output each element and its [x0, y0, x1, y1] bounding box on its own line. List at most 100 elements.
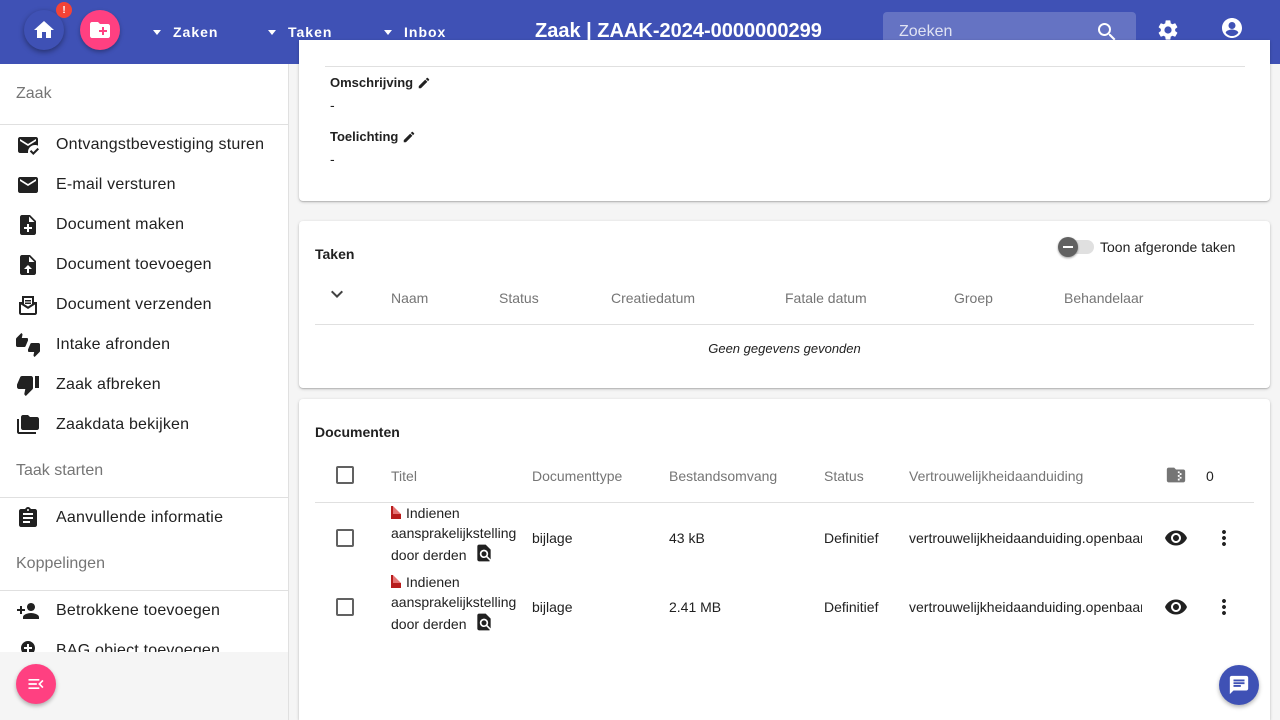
document-confidentiality-cell: vertrouwelijkheidaanduiding.openbaar — [909, 599, 1142, 615]
sidebar-item-aanvullende-informatie[interactable]: Aanvullende informatie — [0, 498, 288, 538]
menu-taken-label: Taken — [288, 24, 333, 40]
document-size-cell: 43 kB — [669, 530, 705, 546]
sidebar-section-taak-starten: Taak starten — [0, 445, 288, 498]
menu-zaken-label: Zaken — [173, 24, 219, 40]
sidebar-footer — [0, 652, 288, 720]
sidebar-item-intake-afronden[interactable]: Intake afronden — [0, 325, 288, 365]
thumbs-up-down-icon — [16, 333, 40, 357]
more-vert-icon[interactable] — [1212, 526, 1236, 550]
sidebar-item-label: Aanvullende informatie — [56, 509, 224, 526]
sidebar-item-label: Betrokkene toevoegen — [56, 602, 221, 619]
edit-pencil-icon[interactable] — [417, 76, 431, 90]
sidebar-item-document-toevoegen[interactable]: Document toevoegen — [0, 245, 288, 285]
sidebar-item-zaak-afbreken[interactable]: Zaak afbreken — [0, 365, 288, 405]
column-header-titel[interactable]: Titel — [391, 468, 417, 484]
column-header-bestandsomvang[interactable]: Bestandsomvang — [669, 468, 777, 484]
dropdown-arrow-icon — [384, 29, 392, 35]
pdf-file-icon — [391, 506, 401, 519]
column-header-vertrouwelijkheid[interactable]: Vertrouwelijkheidaanduiding — [909, 468, 1083, 484]
sidebar-section-koppelingen: Koppelingen — [0, 538, 288, 591]
document-title[interactable]: Indienen aansprakelijkstelling door derd… — [391, 505, 516, 563]
assignment-icon — [19, 507, 37, 527]
document-size-cell: 2.41 MB — [669, 599, 722, 615]
toggle-switch[interactable] — [1058, 237, 1094, 257]
sidebar-item-label: Zaakdata bekijken — [56, 416, 190, 433]
toelichting-value: - — [330, 151, 335, 167]
create-folder-icon — [90, 22, 110, 38]
select-all-checkbox[interactable] — [336, 466, 354, 484]
divider — [315, 324, 1254, 325]
column-header-naam[interactable]: Naam — [391, 290, 428, 306]
sidebar-item-label: Zaak afbreken — [56, 376, 161, 393]
taken-title: Taken — [315, 246, 355, 262]
document-title[interactable]: Indienen aansprakelijkstelling door derd… — [391, 574, 516, 632]
column-header-status[interactable]: Status — [824, 468, 864, 484]
column-header-behandelaar[interactable]: Behandelaar — [1064, 290, 1143, 306]
mark-email-read-icon — [18, 137, 39, 155]
upload-file-icon — [20, 255, 36, 275]
sidebar-item-label: Ontvangstbevestiging sturen — [56, 136, 265, 153]
documenten-title: Documenten — [315, 424, 400, 440]
empty-table-message: Geen gegevens gevonden — [708, 341, 861, 356]
chat-notes-icon — [1229, 675, 1249, 695]
omschrijving-value: - — [330, 97, 335, 113]
folder-copy-icon — [17, 415, 39, 434]
new-zaak-button[interactable] — [80, 10, 120, 50]
email-icon — [18, 177, 38, 193]
column-header-documenttype[interactable]: Documenttype — [532, 468, 622, 484]
zaak-details-card: Omschrijving - Toelichting - — [299, 40, 1270, 201]
document-title-cell[interactable]: Indienen aansprakelijkstelling door derd… — [391, 503, 526, 565]
divider — [325, 66, 1245, 67]
sidebar-item-zaakdata-bekijken[interactable]: Zaakdata bekijken — [0, 405, 288, 445]
menu-zaken[interactable]: Zaken — [153, 20, 218, 44]
documenten-card: Documenten Titel Documenttype Bestandsom… — [299, 399, 1270, 720]
folder-zip-icon — [1166, 467, 1186, 483]
toggle-label: Toon afgeronde taken — [1100, 239, 1236, 255]
sidebar-item-email-versturen[interactable]: E-mail versturen — [0, 165, 288, 205]
find-in-page-icon[interactable] — [474, 543, 494, 563]
row-checkbox[interactable] — [336, 529, 354, 547]
document-type-cell: bijlage — [532, 530, 573, 546]
dropdown-arrow-icon — [268, 29, 276, 35]
account-circle-icon[interactable] — [1220, 16, 1244, 40]
selected-count: 0 — [1206, 468, 1214, 484]
view-eye-icon[interactable] — [1164, 595, 1188, 619]
document-type-cell: bijlage — [532, 599, 573, 615]
find-in-page-icon[interactable] — [474, 612, 494, 632]
toggle-thumb — [1058, 237, 1078, 257]
document-status-cell: Definitief — [824, 599, 879, 615]
toelichting-label-text: Toelichting — [330, 129, 399, 144]
notification-badge: ! — [56, 2, 72, 18]
pdf-file-icon — [391, 575, 401, 588]
document-status-cell: Definitief — [824, 530, 879, 546]
more-vert-icon[interactable] — [1212, 595, 1236, 619]
column-header-fatale-datum[interactable]: Fatale datum — [785, 290, 867, 306]
notes-button[interactable] — [1219, 665, 1259, 705]
sidebar-item-label: E-mail versturen — [56, 176, 176, 193]
send-document-icon — [19, 296, 37, 315]
toggle-sidebar-button[interactable] — [16, 664, 56, 704]
sidebar: Zaak Ontvangstbevestiging sturen E-mail … — [0, 64, 289, 720]
document-confidentiality-cell: vertrouwelijkheidaanduiding.openbaar — [909, 530, 1142, 546]
sidebar-item-label: Intake afronden — [56, 336, 171, 353]
sidebar-item-ontvangstbevestiging[interactable]: Ontvangstbevestiging sturen — [0, 125, 288, 165]
sidebar-item-label: Document verzenden — [56, 296, 212, 313]
show-completed-toggle[interactable]: Toon afgeronde taken — [1058, 237, 1236, 257]
sidebar-item-document-verzenden[interactable]: Document verzenden — [0, 285, 288, 325]
row-checkbox[interactable] — [336, 598, 354, 616]
expand-more-icon[interactable] — [325, 282, 349, 306]
sidebar-item-document-maken[interactable]: Document maken — [0, 205, 288, 245]
sidebar-item-betrokkene-toevoegen[interactable]: Betrokkene toevoegen — [0, 591, 288, 631]
menu-inbox-label: Inbox — [404, 24, 447, 40]
column-header-creatiedatum[interactable]: Creatiedatum — [611, 290, 695, 306]
omschrijving-label: Omschrijving — [330, 75, 431, 90]
column-header-groep[interactable]: Groep — [954, 290, 993, 306]
settings-gear-icon[interactable] — [1156, 18, 1180, 42]
sidebar-item-label: Document maken — [56, 216, 185, 233]
document-title-cell[interactable]: Indienen aansprakelijkstelling door derd… — [391, 572, 526, 634]
note-add-icon — [20, 215, 36, 235]
edit-pencil-icon[interactable] — [402, 130, 416, 144]
view-eye-icon[interactable] — [1164, 526, 1188, 550]
column-header-status[interactable]: Status — [499, 290, 539, 306]
toelichting-label: Toelichting — [330, 129, 416, 144]
